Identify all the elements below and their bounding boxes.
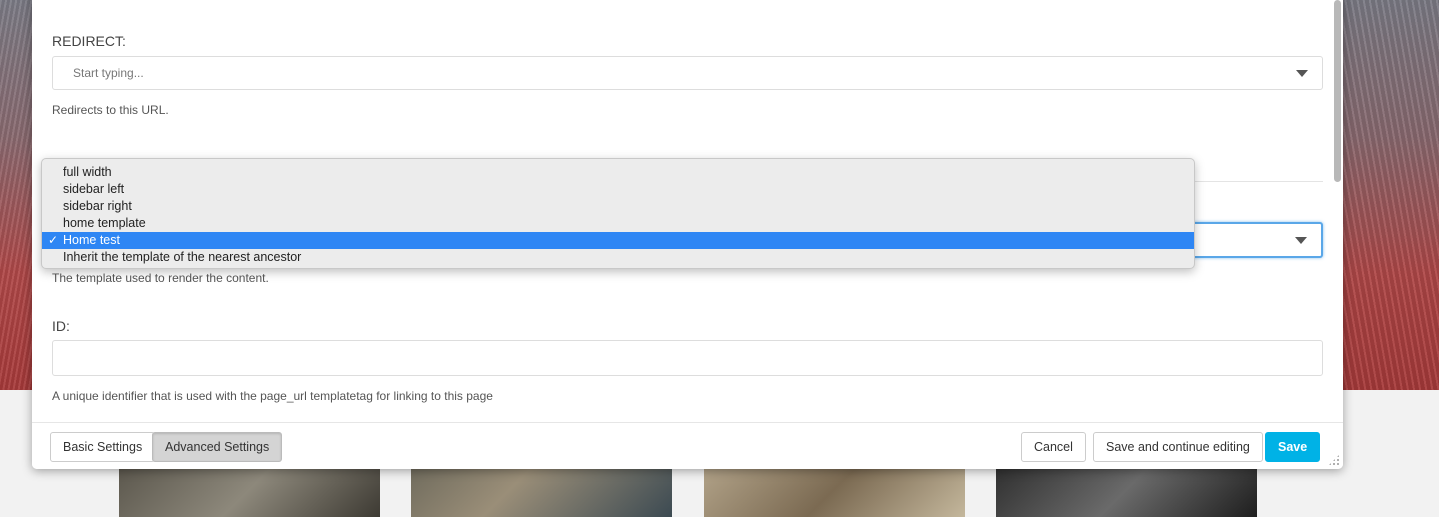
hero-grass-right (1340, 0, 1439, 390)
save-button[interactable]: Save (1265, 432, 1321, 462)
option-label: sidebar left (63, 182, 125, 196)
gallery-thumbnail[interactable] (996, 462, 1257, 517)
chevron-down-icon (1296, 70, 1308, 77)
id-help: A unique identifier that is used with th… (52, 389, 493, 403)
checkmark-icon: ✓ (48, 233, 59, 247)
option-label: Inherit the template of the nearest ance… (63, 250, 302, 264)
modal-scrollbar-thumb[interactable] (1334, 0, 1341, 182)
id-label: ID: (52, 318, 70, 334)
advanced-settings-button[interactable]: Advanced Settings (152, 432, 283, 462)
template-option-sidebar-left[interactable]: sidebar left (42, 181, 1194, 198)
template-option-inherit[interactable]: Inherit the template of the nearest ance… (42, 249, 1194, 266)
option-label: sidebar right (63, 199, 132, 213)
modal-footer: Basic Settings Advanced Settings Cancel … (32, 422, 1343, 469)
template-option-home-template[interactable]: home template (42, 215, 1194, 232)
option-label: Home test (63, 233, 120, 247)
redirect-label: REDIRECT: (52, 33, 126, 49)
gallery-thumbnail[interactable] (119, 462, 380, 517)
option-label: full width (63, 165, 112, 179)
save-and-continue-button[interactable]: Save and continue editing (1093, 432, 1263, 462)
template-help: The template used to render the content. (52, 271, 269, 285)
template-option-full-width[interactable]: full width (42, 164, 1194, 181)
template-option-home-test[interactable]: ✓ Home test (42, 232, 1194, 249)
template-dropdown-menu: full width sidebar left sidebar right ho… (41, 158, 1195, 269)
gallery-thumbnail[interactable] (704, 462, 965, 517)
basic-settings-button[interactable]: Basic Settings (50, 432, 156, 462)
chevron-down-icon (1295, 237, 1307, 244)
redirect-placeholder: Start typing... (73, 66, 144, 80)
id-input[interactable] (52, 340, 1323, 376)
option-label: home template (63, 216, 146, 230)
resize-grip-icon[interactable] (1328, 454, 1340, 466)
cancel-button[interactable]: Cancel (1021, 432, 1086, 462)
redirect-select[interactable]: Start typing... (52, 56, 1323, 90)
redirect-help: Redirects to this URL. (52, 103, 169, 117)
gallery-thumbnail[interactable] (411, 462, 672, 517)
template-option-sidebar-right[interactable]: sidebar right (42, 198, 1194, 215)
